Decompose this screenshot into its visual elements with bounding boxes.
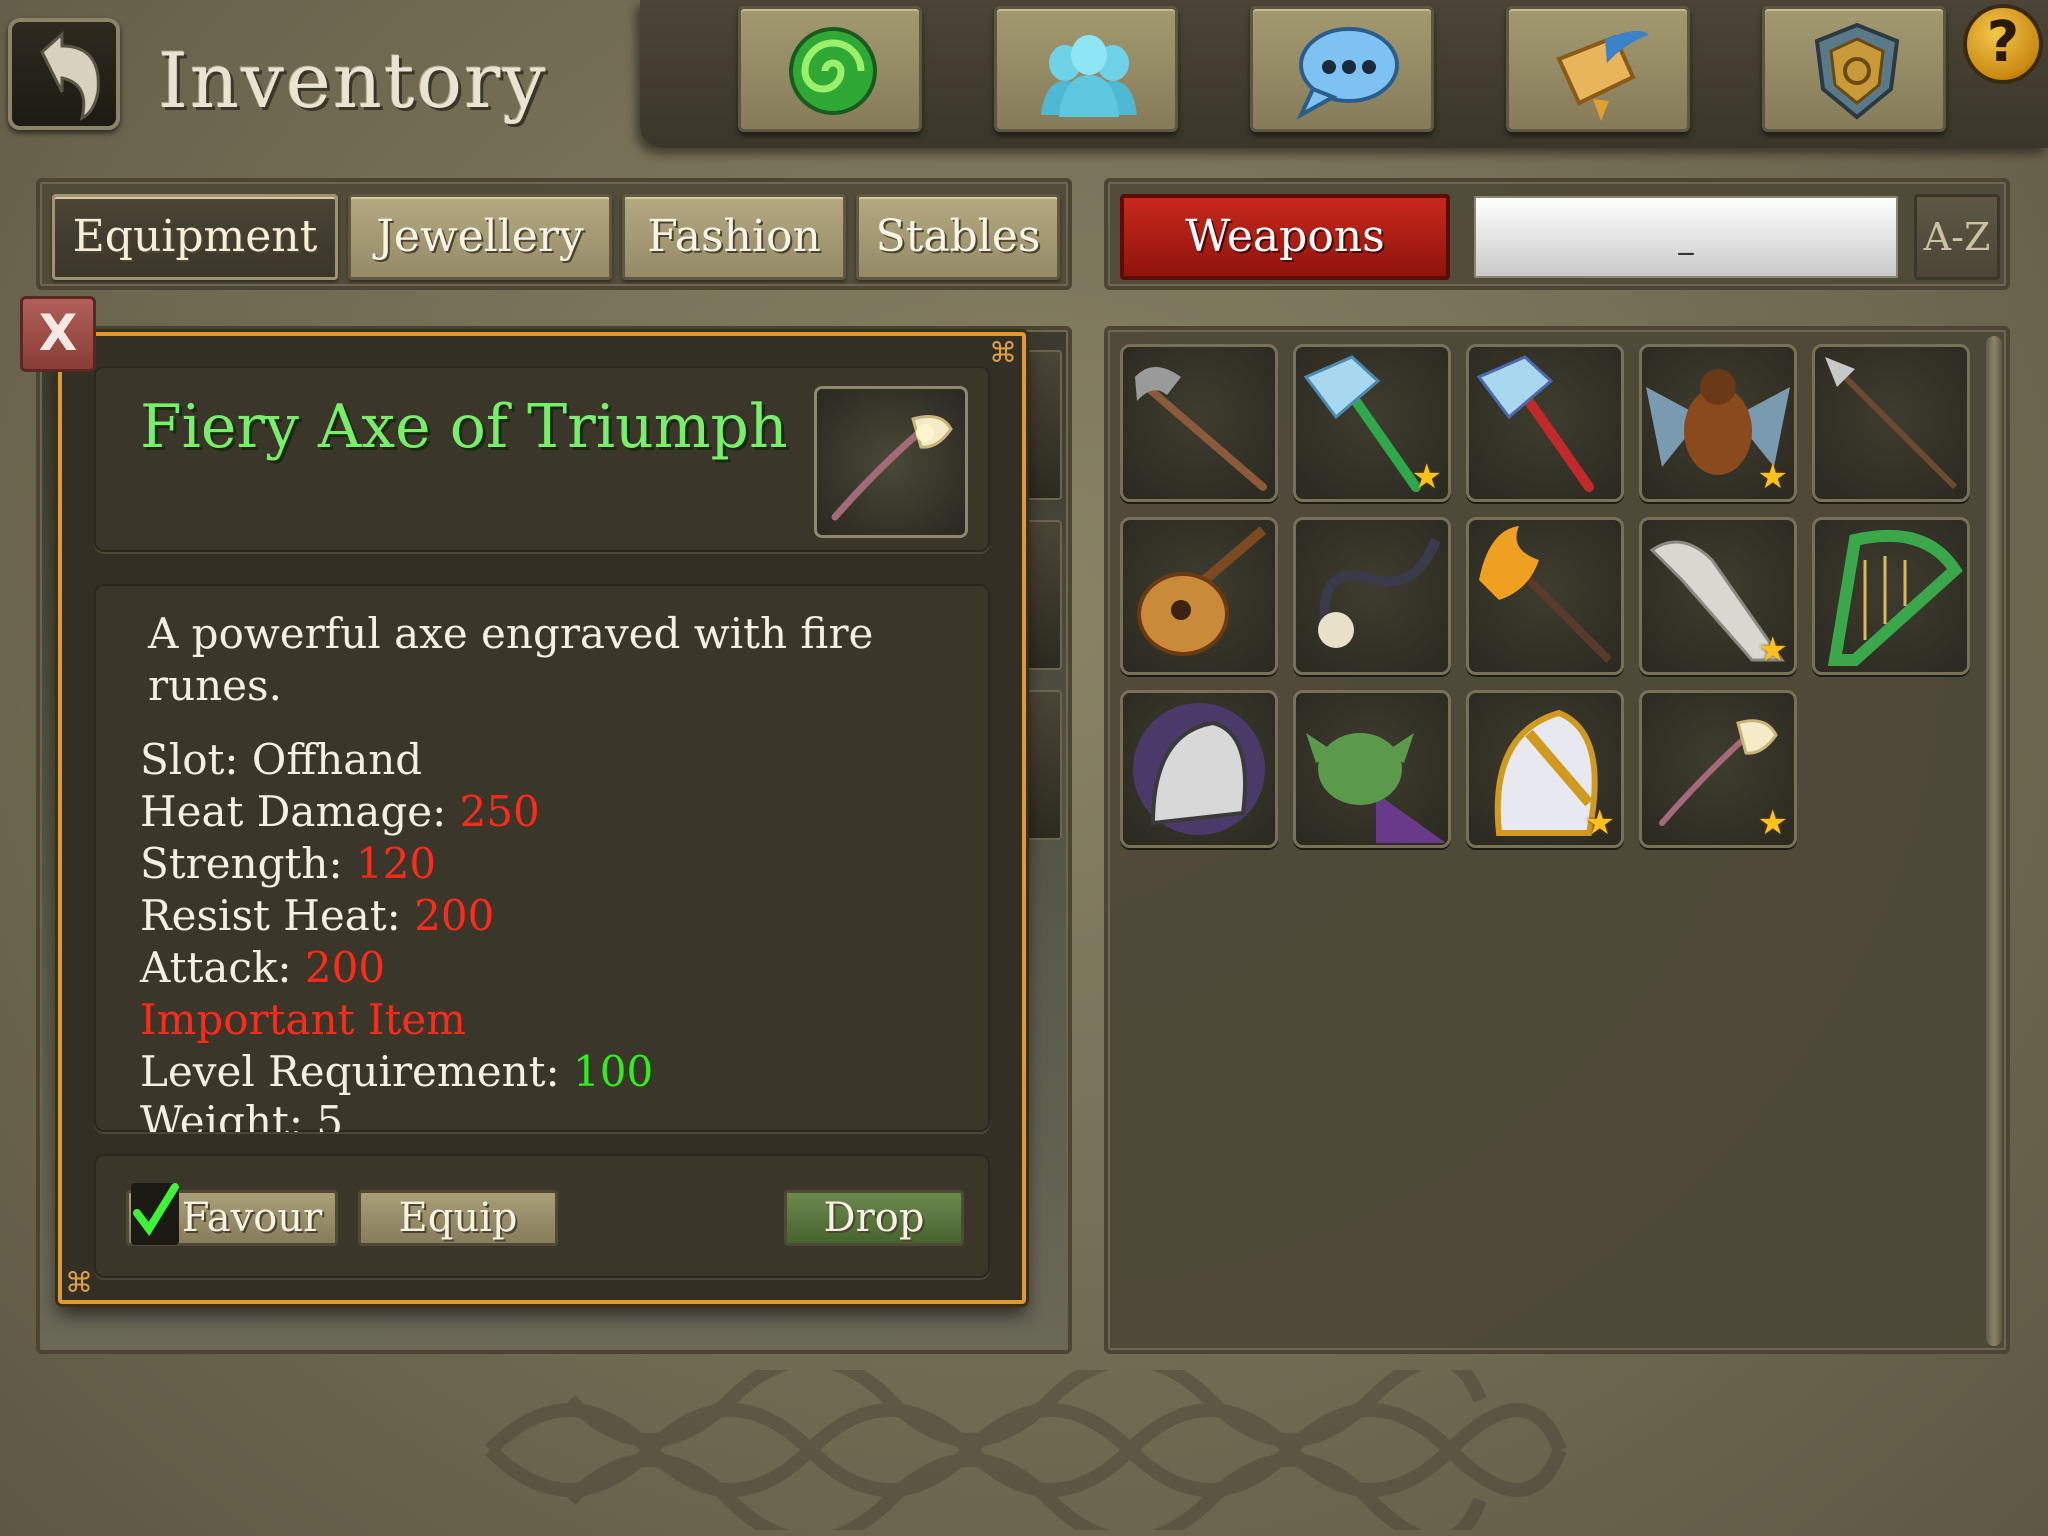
quests-button[interactable]: [1506, 6, 1690, 132]
shield-crest-icon: [1814, 22, 1900, 120]
stat-strength: Strength: 120: [140, 838, 436, 890]
grid-slot-spear[interactable]: [1812, 344, 1970, 502]
stat-label: Heat Damage:: [140, 787, 447, 836]
grid-slot-green-crystal-axe[interactable]: ★: [1293, 344, 1451, 502]
corner-ornament-icon: ⌘: [65, 1266, 93, 1299]
scythe-axe-icon: [1135, 367, 1267, 491]
favour-button[interactable]: Favour: [126, 1183, 338, 1246]
hidden-slot: [1026, 690, 1062, 840]
scroll-quill-icon: [1556, 30, 1649, 121]
goblin-pet-icon: [1306, 733, 1446, 843]
stat-value: 5: [316, 1097, 344, 1132]
fiery-axe-icon: [831, 415, 953, 521]
grid-slot-goblin-pet[interactable]: [1293, 690, 1451, 848]
stat-value: 200: [414, 891, 495, 940]
armored-horse-icon: [1133, 703, 1265, 835]
stat-label: Level Requirement:: [140, 1047, 560, 1096]
triskele-icon: [789, 27, 877, 115]
celtic-knot-icon: [485, 1353, 1567, 1536]
stat-label: Weight:: [140, 1097, 303, 1132]
checkmark-icon: [133, 1183, 179, 1237]
item-detail-card: ⌘ ⌘ Fiery Axe of Triumph A powerful axe …: [58, 332, 1026, 1304]
skills-button[interactable]: [738, 6, 922, 132]
hidden-slot: [1026, 350, 1062, 500]
item-stats-section: A powerful axe engraved with fire runes.…: [94, 584, 990, 1132]
chat-button[interactable]: [1250, 6, 1434, 132]
skull-lyre-icon: [1318, 538, 1441, 648]
grid-slot-lute[interactable]: [1120, 517, 1278, 675]
grid-slot-armored-horse[interactable]: [1120, 690, 1278, 848]
lute-icon: [1137, 526, 1267, 656]
spear-icon: [1825, 357, 1958, 490]
people-icon: [1041, 35, 1137, 117]
close-button[interactable]: X: [20, 296, 96, 372]
drop-button[interactable]: Drop: [784, 1190, 964, 1246]
back-button[interactable]: [8, 18, 120, 130]
favour-label: Favour: [181, 1195, 323, 1241]
item-description: A powerful axe engraved with fire runes.: [148, 609, 874, 710]
equip-button[interactable]: Equip: [358, 1190, 558, 1246]
star-icon: ★: [1757, 457, 1788, 497]
star-icon: ★: [1411, 457, 1442, 497]
grid-slot-scythe-axe[interactable]: [1120, 344, 1278, 502]
grid-slot-jeweled-horse[interactable]: ★: [1466, 690, 1624, 848]
stat-attack: Attack: 200: [140, 942, 385, 994]
category-tabs: Equipment Jewellery Fashion Stables: [36, 178, 1072, 290]
stat-label: Strength:: [140, 839, 343, 888]
tab-jewellery[interactable]: Jewellery: [348, 194, 612, 280]
weapons-filter-button[interactable]: Weapons: [1120, 194, 1450, 280]
help-button[interactable]: ?: [1963, 4, 2043, 84]
corner-ornament-icon: ⌘: [989, 336, 1017, 369]
grid-slot-flaming-staff[interactable]: [1466, 517, 1624, 675]
red-crystal-axe-icon: [1476, 355, 1594, 492]
grid-slot-fiery-axe[interactable]: ★: [1639, 690, 1797, 848]
stat-slot: Slot: Offhand: [140, 734, 422, 786]
stat-label: Attack:: [140, 943, 292, 992]
item-name: Fiery Axe of Triumph: [140, 392, 788, 462]
stat-label: Resist Heat:: [140, 891, 401, 940]
friends-button[interactable]: [994, 6, 1178, 132]
flaming-staff-icon: [1479, 526, 1612, 663]
star-icon: ★: [1757, 803, 1788, 843]
star-icon: ★: [1584, 803, 1615, 843]
tab-equipment[interactable]: Equipment: [52, 194, 338, 280]
stat-label: Slot:: [140, 735, 239, 784]
checkbox[interactable]: [131, 1183, 179, 1245]
stat-value: 200: [304, 943, 386, 992]
page-title: Inventory: [158, 36, 548, 125]
filter-bar: Weapons _ A-Z: [1104, 178, 2010, 290]
stat-value: 100: [573, 1047, 654, 1096]
stat-level-requirement: Level Requirement: 100: [140, 1046, 653, 1098]
tab-stables[interactable]: Stables: [856, 194, 1060, 280]
tab-fashion[interactable]: Fashion: [622, 194, 846, 280]
grid-slot-beetle-pet[interactable]: ★: [1639, 344, 1797, 502]
scrollbar[interactable]: [1986, 336, 2002, 1346]
stat-value: 120: [355, 839, 437, 888]
celtic-harp-icon: [1827, 529, 1963, 666]
sort-az-button[interactable]: A-Z: [1914, 194, 2000, 280]
stat-weight: Weight: 5: [140, 1096, 343, 1132]
speech-bubble-icon: [1296, 27, 1399, 120]
grid-slot-celtic-harp[interactable]: [1812, 517, 1970, 675]
stat-value: Offhand: [251, 735, 423, 784]
stat-resist-heat: Resist Heat: 200: [140, 890, 494, 942]
back-arrow-icon: [40, 30, 100, 121]
grid-slot-skull-lyre[interactable]: [1293, 517, 1451, 675]
star-icon: ★: [1757, 630, 1788, 670]
important-item-label: Important Item: [140, 995, 467, 1044]
guild-button[interactable]: [1762, 6, 1946, 132]
grid-slot-bone-dragon-sword[interactable]: ★: [1639, 517, 1797, 675]
item-thumbnail: [814, 386, 968, 538]
grid-slot-red-crystal-axe[interactable]: [1466, 344, 1624, 502]
stat-value: 250: [459, 787, 540, 836]
item-actions-section: Favour Equip Drop: [94, 1154, 990, 1278]
top-nav-bar: [640, 0, 2048, 148]
search-input[interactable]: _: [1474, 196, 1898, 278]
stat-heat-damage: Heat Damage: 250: [140, 786, 540, 838]
celtic-knot-ornament: [470, 1353, 1580, 1536]
hidden-slot: [1026, 520, 1062, 670]
